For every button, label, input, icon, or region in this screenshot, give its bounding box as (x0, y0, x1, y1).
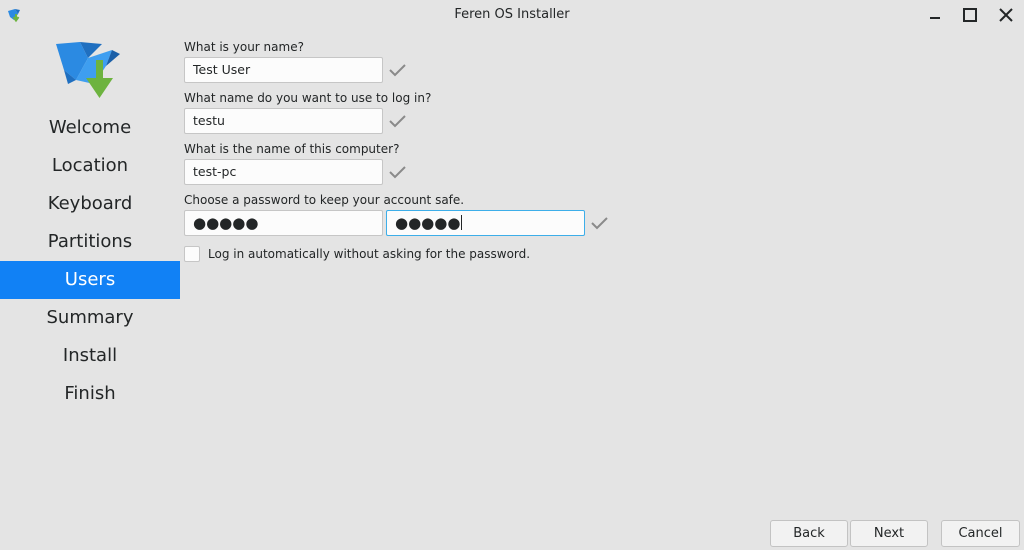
checkmark-icon (387, 60, 407, 80)
autologin-label[interactable]: Log in automatically without asking for … (208, 247, 530, 261)
step-summary: Summary (46, 307, 134, 328)
hostname-input[interactable]: test-pc (184, 159, 383, 185)
minimize-button[interactable] (926, 6, 944, 24)
title-bar: Feren OS Installer (0, 0, 1024, 31)
feren-installer-logo (54, 40, 126, 104)
checkmark-icon (387, 162, 407, 182)
step-location: Location (51, 155, 129, 176)
maximize-button[interactable] (961, 6, 979, 24)
checkmark-icon (589, 213, 609, 233)
sidebar: Welcome Location Keyboard Partitions Use… (0, 31, 180, 431)
window-title: Feren OS Installer (454, 7, 570, 22)
autologin-checkbox[interactable] (184, 246, 200, 262)
text-caret (461, 215, 463, 230)
password-input[interactable]: ●●●●● (184, 210, 383, 236)
password-confirm-value: ●●●●● (395, 214, 461, 232)
login-name-input[interactable]: testu (184, 108, 383, 134)
step-welcome: Welcome (48, 117, 132, 138)
password-confirm-input[interactable]: ●●●●● (386, 210, 585, 236)
password-label: Choose a password to keep your account s… (184, 193, 465, 207)
step-install: Install (62, 345, 118, 366)
step-users: Users (0, 261, 180, 299)
full-name-input[interactable]: Test User (184, 57, 383, 83)
close-button[interactable] (997, 6, 1015, 24)
close-icon (999, 8, 1013, 22)
step-keyboard: Keyboard (47, 193, 133, 214)
step-list: Welcome Location Keyboard Partitions Use… (0, 109, 180, 413)
login-label: What name do you want to use to log in? (184, 91, 432, 105)
next-button[interactable]: Next (850, 520, 928, 547)
maximize-icon (963, 8, 977, 22)
back-button[interactable]: Back (770, 520, 848, 547)
cancel-button[interactable]: Cancel (941, 520, 1020, 547)
minimize-icon (930, 17, 940, 19)
step-finish: Finish (64, 383, 116, 404)
hostname-label: What is the name of this computer? (184, 142, 400, 156)
step-partitions: Partitions (47, 231, 133, 252)
checkmark-icon (387, 111, 407, 131)
name-label: What is your name? (184, 40, 304, 54)
